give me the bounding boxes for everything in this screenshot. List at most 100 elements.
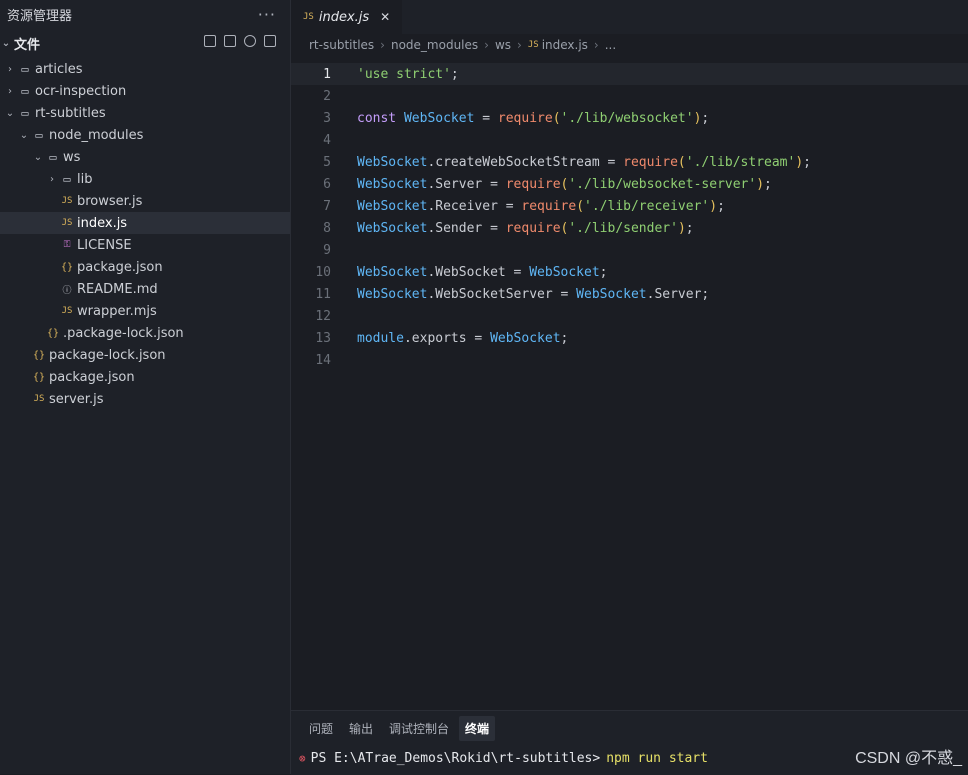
tree-item[interactable]: JS browser.js bbox=[0, 190, 290, 212]
tree-item[interactable]: JS server.js bbox=[0, 388, 290, 410]
code-line[interactable]: 11 WebSocket.WebSocketServer = WebSocket.… bbox=[291, 283, 968, 305]
panel-tab[interactable]: 终端 bbox=[459, 715, 496, 741]
line-number: 1 bbox=[323, 66, 331, 82]
line-number: 14 bbox=[315, 352, 331, 368]
code-token: .Receiver bbox=[427, 198, 498, 214]
error-icon: ⊗ bbox=[299, 751, 306, 765]
refresh-icon[interactable] bbox=[244, 35, 256, 47]
code-line[interactable]: 9 bbox=[291, 239, 968, 261]
tree-item[interactable]: ⌄ ▭ rt-subtitles bbox=[0, 102, 290, 124]
tree-item[interactable]: {} package.json bbox=[0, 256, 290, 278]
tree-item-label: ws bbox=[63, 149, 81, 165]
chevron-right-icon: › bbox=[593, 38, 599, 52]
tree-item[interactable]: JS wrapper.mjs bbox=[0, 300, 290, 322]
code-line[interactable]: 4 bbox=[291, 129, 968, 151]
new-folder-icon[interactable] bbox=[224, 35, 236, 47]
line-number: 12 bbox=[315, 308, 331, 324]
tree-item[interactable]: › ▭ lib bbox=[0, 168, 290, 190]
chevron-down-icon: ⌄ bbox=[1, 37, 11, 49]
code-line[interactable]: 3 const WebSocket = require('./lib/websoc… bbox=[291, 107, 968, 129]
collapse-all-icon[interactable] bbox=[264, 35, 276, 47]
tree-item[interactable]: {} package.json bbox=[0, 366, 290, 388]
js-file-icon: JS bbox=[527, 40, 539, 50]
code-token: WebSocket bbox=[490, 330, 561, 346]
info-icon: ⓘ bbox=[62, 285, 72, 296]
tree-item[interactable]: ⚿ LICENSE bbox=[0, 234, 290, 256]
code-token: module bbox=[357, 330, 404, 346]
line-number: 4 bbox=[323, 132, 331, 148]
code-token: ; bbox=[685, 220, 694, 236]
tab-index-js[interactable]: JS index.js ✕ bbox=[291, 0, 403, 34]
code-token: './lib/websocket' bbox=[560, 110, 694, 126]
code-line[interactable]: 2 bbox=[291, 85, 968, 107]
tree-item[interactable]: › ▭ articles bbox=[0, 58, 290, 80]
code-token: ( bbox=[677, 154, 686, 170]
tree-item[interactable]: ⌄ ▭ node_modules bbox=[0, 124, 290, 146]
code-token: WebSocket bbox=[357, 286, 428, 302]
code-line[interactable]: 10 WebSocket.WebSocket = WebSocket; bbox=[291, 261, 968, 283]
code-line[interactable]: 6 WebSocket.Server = require('./lib/webso… bbox=[291, 173, 968, 195]
code-token: 'use strict' bbox=[357, 66, 451, 82]
code-line[interactable]: 13 module.exports = WebSocket; bbox=[291, 327, 968, 349]
code-line[interactable]: 8 WebSocket.Sender = require('./lib/sende… bbox=[291, 217, 968, 239]
files-section-header[interactable]: ⌄ 文件 bbox=[0, 28, 290, 58]
code-token: ; bbox=[803, 154, 811, 170]
code-token: './lib/stream' bbox=[685, 154, 796, 170]
breadcrumb-item[interactable]: ws bbox=[495, 38, 511, 52]
tree-item[interactable]: › ▭ ocr-inspection bbox=[0, 80, 290, 102]
breadcrumb-item[interactable]: rt-subtitles bbox=[309, 38, 374, 52]
chevron-right-icon: › bbox=[50, 173, 54, 185]
tree-item-label: .package-lock.json bbox=[63, 325, 184, 341]
code-token: WebSocket bbox=[576, 286, 647, 302]
folder-open-icon: ▭ bbox=[21, 106, 29, 120]
panel-tab[interactable]: 调试控制台 bbox=[383, 716, 455, 741]
panel-tab[interactable]: 输出 bbox=[343, 716, 379, 741]
new-file-icon[interactable] bbox=[204, 35, 216, 47]
breadcrumb-item[interactable]: node_modules bbox=[391, 38, 478, 52]
code-token: WebSocket bbox=[403, 110, 475, 126]
tree-item-label: rt-subtitles bbox=[35, 105, 106, 121]
file-tree: › ▭ articles › ▭ ocr-inspection ⌄ ▭ rt-subtitles… bbox=[0, 58, 290, 410]
tree-item[interactable]: ⓘ README.md bbox=[0, 278, 290, 300]
code-line[interactable]: 12 bbox=[291, 305, 968, 327]
close-icon[interactable]: ✕ bbox=[380, 10, 390, 24]
breadcrumb-item[interactable]: index.js bbox=[542, 38, 588, 52]
json-file-icon: {} bbox=[32, 349, 46, 361]
code-token: ; bbox=[701, 110, 710, 126]
code-token: require bbox=[497, 110, 553, 126]
explorer-header: 资源管理器 ··· bbox=[0, 0, 290, 28]
editor-tabs: JS index.js ✕ bbox=[291, 0, 968, 34]
code-token: require bbox=[505, 176, 561, 192]
code-token: require bbox=[505, 220, 561, 236]
panel-tab[interactable]: 问题 bbox=[303, 716, 339, 741]
chevron-right-icon: › bbox=[517, 38, 522, 52]
breadcrumb-item[interactable]: ... bbox=[605, 38, 616, 52]
code-line[interactable]: 5 WebSocket.createWebSocketStream = requi… bbox=[291, 151, 968, 173]
chevron-down-icon: ⌄ bbox=[19, 129, 29, 141]
code-token: WebSocket bbox=[357, 264, 428, 280]
tree-item[interactable]: JS index.js bbox=[0, 212, 290, 234]
code-text: const WebSocket = require('./lib/websock… bbox=[357, 111, 709, 126]
files-section-label: 文件 bbox=[14, 37, 41, 53]
folder-icon: ▭ bbox=[63, 172, 71, 186]
js-file-icon: JS bbox=[61, 196, 73, 206]
code-line[interactable]: 14 bbox=[291, 349, 968, 371]
more-actions-icon[interactable]: ··· bbox=[258, 5, 276, 24]
code-token: WebSocket bbox=[357, 220, 428, 236]
json-file-icon: {} bbox=[60, 261, 74, 273]
code-text: WebSocket.Server = require('./lib/websoc… bbox=[357, 177, 772, 192]
tree-item-label: wrapper.mjs bbox=[77, 303, 157, 319]
tree-item[interactable]: {} package-lock.json bbox=[0, 344, 290, 366]
code-editor[interactable]: 1 'use strict'; 2 3 const WebSocket = requir… bbox=[291, 63, 968, 371]
code-line[interactable]: 1 'use strict'; bbox=[291, 63, 968, 85]
chevron-down-icon: ⌄ bbox=[5, 107, 15, 119]
code-line[interactable]: 7 WebSocket.Receiver = require('./lib/rec… bbox=[291, 195, 968, 217]
explorer-toolbar bbox=[204, 35, 276, 47]
chevron-right-icon: › bbox=[8, 85, 12, 97]
explorer-sidebar: 资源管理器 ··· ⌄ 文件 › ▭ articles › ▭ ocr-inspectio… bbox=[0, 0, 291, 774]
tree-item[interactable]: {} .package-lock.json bbox=[0, 322, 290, 344]
code-token: = bbox=[482, 220, 506, 236]
license-key-icon: ⚿ bbox=[63, 240, 71, 250]
code-token: ; bbox=[599, 264, 608, 280]
tree-item[interactable]: ⌄ ▭ ws bbox=[0, 146, 290, 168]
